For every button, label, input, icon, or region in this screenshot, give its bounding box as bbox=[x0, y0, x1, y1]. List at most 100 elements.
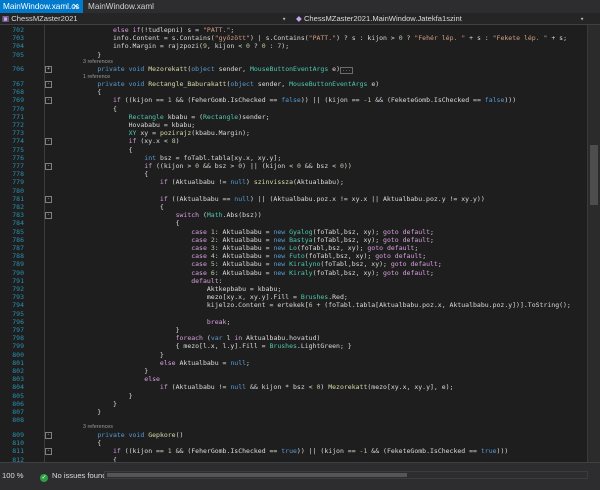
line-number: 789 bbox=[12, 260, 24, 269]
issues-indicator[interactable]: ✓ No issues found bbox=[40, 471, 106, 482]
code-line[interactable]: 793 mezo[xy.x, xy.y].Fill = Brushes.Red; bbox=[0, 293, 588, 301]
line-number: 797 bbox=[12, 326, 24, 334]
collapse-icon[interactable]: - bbox=[45, 81, 52, 88]
class-icon: ◆ bbox=[296, 14, 304, 23]
code-line[interactable]: 706 + private void Mezorekatt(object send… bbox=[0, 65, 588, 75]
code-line[interactable]: 782 { bbox=[0, 203, 588, 211]
collapse-icon[interactable]: - bbox=[45, 163, 52, 170]
vertical-scrollbar[interactable] bbox=[588, 25, 600, 462]
collapse-icon[interactable]: - bbox=[45, 138, 52, 146]
code-line[interactable]: 810 { bbox=[0, 439, 588, 447]
code-line[interactable]: 770 { bbox=[0, 105, 588, 113]
code-token: info.Content = s.Contains( bbox=[66, 34, 215, 43]
expand-icon[interactable]: + bbox=[45, 66, 52, 74]
code-line[interactable]: 774 - if (xy.x < 8) bbox=[0, 137, 588, 146]
code-line[interactable]: 786 case 2: Aktualbabu = new Bastya(foTa… bbox=[0, 236, 588, 244]
tab-mainwindow-xaml[interactable]: MainWindow.xaml bbox=[85, 0, 165, 13]
line-number: 804 bbox=[12, 383, 24, 392]
code-line[interactable]: 702 else if(!tudlepni) s = "PATT."; bbox=[0, 26, 588, 34]
project-dropdown[interactable]: ▣ ChessMZaster2021 bbox=[2, 14, 192, 24]
close-tab-icon[interactable]: ✕ bbox=[72, 0, 79, 13]
code-line[interactable]: 772 Hovababu = kbabu; bbox=[0, 121, 588, 129]
code-line[interactable]: 796 break; bbox=[0, 318, 588, 326]
code-line[interactable]: 805 } bbox=[0, 392, 588, 400]
horizontal-scrollbar[interactable] bbox=[104, 471, 588, 479]
code-line[interactable]: 776 int bsz = foTabl.tabla[xy.x, xy.y]; bbox=[0, 154, 588, 162]
code-line[interactable]: 799 { mezo[l.x, l.y].Fill = Brushes.Ligh… bbox=[0, 342, 588, 350]
collapse-icon[interactable]: - bbox=[45, 448, 52, 456]
line-number: 785 bbox=[12, 227, 24, 236]
zoom-level[interactable]: 100 % bbox=[2, 471, 24, 480]
line-number: 779 bbox=[12, 178, 24, 187]
code-token: ((kijon == bbox=[120, 447, 168, 456]
code-line[interactable]: 781 - if ((Aktualbabu == null) || (Aktual… bbox=[0, 195, 588, 203]
code-line[interactable]: 703 info.Content = s.Contains("győzött")… bbox=[0, 34, 588, 42]
code-line[interactable]: 789 case 5: Aktualbabu = new Kiralyno(fo… bbox=[0, 260, 588, 268]
code-line[interactable]: 794 kijelzo.Content = ertekek[6 + (foTab… bbox=[0, 301, 588, 309]
code-text: case 1: Aktualbabu = new Gyalog(foTabl,b… bbox=[66, 228, 434, 236]
code-line[interactable]: 790 case 6: Aktualbabu = new Kiraly(foTa… bbox=[0, 269, 588, 277]
code-line[interactable]: 798 foreach (var l in Aktualbabu.hovatud… bbox=[0, 334, 588, 342]
code-line[interactable]: 768 { bbox=[0, 88, 588, 96]
code-line[interactable]: 792 Aktkepbabu = kbabu; bbox=[0, 285, 588, 293]
collapse-icon[interactable]: - bbox=[45, 195, 52, 203]
line-number: 775 bbox=[12, 145, 24, 154]
code-line[interactable]: 808 bbox=[0, 416, 588, 424]
code-token: case bbox=[191, 252, 207, 261]
code-token: ; bbox=[430, 268, 434, 277]
code-line[interactable]: 806 } bbox=[0, 400, 588, 408]
code-line[interactable]: 784 { bbox=[0, 219, 588, 227]
code-line[interactable]: 780 bbox=[0, 187, 588, 195]
code-token: } bbox=[66, 391, 133, 400]
chevron-down-icon[interactable]: ▾ bbox=[580, 14, 584, 24]
code-token: { bbox=[66, 170, 149, 179]
collapse-icon[interactable]: - bbox=[45, 212, 52, 220]
code-line[interactable]: 802 } bbox=[0, 367, 588, 375]
code-line[interactable]: 775 { bbox=[0, 146, 588, 154]
code-line[interactable]: 771 Rectangle kbabu = (Rectangle)sender; bbox=[0, 113, 588, 121]
code-line[interactable]: 809 - private void Gepkore() bbox=[0, 431, 588, 439]
code-editor[interactable]: 702 else if(!tudlepni) s = "PATT."; 703 i… bbox=[0, 25, 600, 462]
code-line[interactable]: 778 { bbox=[0, 170, 588, 178]
code-line[interactable]: 779 if (Aktualbabu != null) szinvissza(A… bbox=[0, 178, 588, 186]
code-line[interactable]: 777 - if ((kijon > 0 && bsz > 0) || (kijo… bbox=[0, 162, 588, 170]
code-token: && (FeherGomb.IsChecked == bbox=[171, 447, 282, 456]
line-number: 773 bbox=[12, 129, 24, 138]
type-dropdown[interactable]: ◆ ChessMZaster2021.MainWindow.Jatekfa1sz… bbox=[296, 14, 506, 24]
code-token: && (FeketeGomb.IsChecked == bbox=[367, 447, 481, 456]
code-line[interactable]: 767 - private void Rectangle_Baburakatt(o… bbox=[0, 80, 588, 88]
code-line[interactable]: 804 if (Aktualbabu != null && kijon * bs… bbox=[0, 383, 588, 391]
collapse-icon[interactable]: - bbox=[45, 97, 52, 105]
scrollbar-thumb[interactable] bbox=[107, 473, 407, 477]
code-line[interactable]: 795 bbox=[0, 310, 588, 318]
code-line[interactable]: 769 - if ((kijon == 1 && (FeherGomb.IsChe… bbox=[0, 96, 588, 105]
code-line[interactable]: 791 default: bbox=[0, 277, 588, 285]
code-line[interactable]: 788 case 4: Aktualbabu = new Futo(foTabl… bbox=[0, 252, 588, 260]
code-token: goto default bbox=[383, 235, 431, 244]
scrollbar-thumb[interactable] bbox=[590, 145, 598, 205]
code-line[interactable]: 705 } bbox=[0, 51, 588, 59]
code-line[interactable]: 785 case 1: Aktualbabu = new Gyalog(foTa… bbox=[0, 228, 588, 236]
code-line[interactable]: 704 info.Margin = rajzpozi(9, kijon < 0 … bbox=[0, 42, 588, 50]
code-line[interactable]: 797 } bbox=[0, 326, 588, 334]
code-line[interactable]: 803 else bbox=[0, 375, 588, 383]
code-line[interactable]: 783 - switch (Math.Abs(bsz)) bbox=[0, 211, 588, 220]
code-token: ; bbox=[430, 235, 434, 244]
collapse-icon[interactable]: - bbox=[45, 431, 52, 439]
chevron-down-icon[interactable]: ▾ bbox=[282, 14, 286, 24]
code-token: e) bbox=[328, 65, 341, 74]
code-line[interactable]: 807 } bbox=[0, 408, 588, 416]
code-token: ? bbox=[249, 42, 262, 51]
code-token: else bbox=[159, 358, 176, 367]
tab-mainwindow-xaml-cs[interactable]: MainWindow.xaml.cs ✕ bbox=[0, 0, 83, 13]
code-line[interactable]: 811 - if ((kijon == 1 && (FeherGomb.IsChe… bbox=[0, 447, 588, 456]
code-line[interactable]: 801 else Aktualbabu = null; bbox=[0, 359, 588, 367]
code-line[interactable]: 800 } bbox=[0, 351, 588, 359]
code-line[interactable]: 787 case 3: Aktualbabu = new Lo(foTabl,b… bbox=[0, 244, 588, 252]
code-line[interactable]: 773 XY xy = pozirajz(kbabu.Margin); bbox=[0, 129, 588, 137]
line-number: 795 bbox=[12, 309, 24, 318]
code-text: kijelzo.Content = ertekek[6 + (foTabl.ta… bbox=[66, 301, 571, 309]
